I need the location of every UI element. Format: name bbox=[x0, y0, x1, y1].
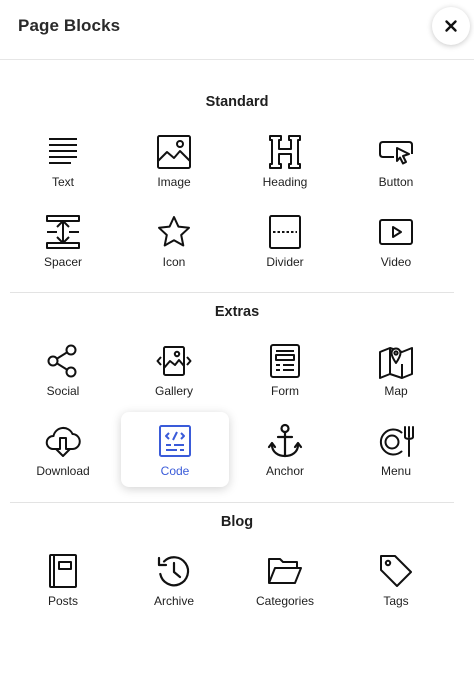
block-label: Tags bbox=[383, 594, 409, 608]
block-icon[interactable]: Icon bbox=[120, 214, 228, 290]
block-label: Button bbox=[378, 175, 414, 189]
block-form[interactable]: Form bbox=[231, 343, 339, 419]
close-button[interactable] bbox=[432, 7, 470, 45]
block-label: Divider bbox=[266, 255, 304, 269]
video-icon bbox=[379, 219, 413, 245]
share-icon bbox=[47, 344, 77, 378]
book-icon bbox=[49, 554, 77, 588]
block-button[interactable]: Button bbox=[342, 134, 450, 210]
block-code[interactable]: Code bbox=[121, 412, 229, 487]
form-icon bbox=[270, 344, 300, 378]
button-icon bbox=[379, 141, 413, 165]
block-label: Image bbox=[157, 175, 191, 189]
block-divider[interactable]: Divider bbox=[231, 214, 339, 290]
image-icon bbox=[157, 135, 191, 169]
text-icon bbox=[49, 138, 77, 164]
block-gallery[interactable]: Gallery bbox=[120, 343, 228, 419]
block-image[interactable]: Image bbox=[120, 134, 228, 210]
block-categories[interactable]: Categories bbox=[231, 553, 339, 629]
block-label: Spacer bbox=[43, 255, 83, 269]
section-divider bbox=[10, 502, 454, 503]
cloud-download-icon bbox=[45, 426, 81, 457]
block-label: Heading bbox=[262, 175, 308, 189]
tag-icon bbox=[380, 555, 412, 587]
block-anchor[interactable]: Anchor bbox=[231, 423, 339, 499]
menu-icon bbox=[379, 426, 414, 457]
section-title-extras: Extras bbox=[214, 304, 260, 320]
block-map[interactable]: Map bbox=[342, 343, 450, 419]
block-label: Archive bbox=[153, 594, 194, 608]
block-label: Code bbox=[160, 464, 190, 478]
code-icon bbox=[159, 425, 191, 457]
divider-icon bbox=[269, 215, 301, 249]
block-label: Posts bbox=[47, 594, 78, 608]
block-label: Social bbox=[46, 384, 80, 398]
block-label: Gallery bbox=[154, 384, 193, 398]
block-label: Anchor bbox=[265, 464, 305, 478]
block-download[interactable]: Download bbox=[9, 423, 117, 499]
spacer-icon bbox=[46, 215, 80, 249]
map-icon bbox=[379, 347, 413, 379]
block-spacer[interactable]: Spacer bbox=[9, 214, 117, 290]
block-label: Download bbox=[36, 464, 90, 478]
block-label: Form bbox=[271, 384, 299, 398]
block-tags[interactable]: Tags bbox=[342, 553, 450, 629]
block-text[interactable]: Text bbox=[9, 134, 117, 210]
block-label: Menu bbox=[380, 464, 412, 478]
block-label: Icon bbox=[162, 255, 186, 269]
block-label: Text bbox=[51, 175, 74, 189]
anchor-icon bbox=[267, 423, 303, 458]
block-social[interactable]: Social bbox=[9, 343, 117, 419]
history-icon bbox=[157, 556, 190, 587]
panel-header: Page Blocks bbox=[0, 0, 474, 60]
block-posts[interactable]: Posts bbox=[9, 553, 117, 629]
section-divider bbox=[10, 292, 454, 293]
panel-title: Page Blocks bbox=[18, 16, 121, 35]
star-icon bbox=[158, 216, 190, 247]
block-label: Map bbox=[384, 384, 408, 398]
heading-icon bbox=[269, 135, 301, 169]
gallery-icon bbox=[156, 346, 192, 376]
block-archive[interactable]: Archive bbox=[120, 553, 228, 629]
section-title-standard: Standard bbox=[205, 94, 269, 110]
section-title-blog: Blog bbox=[220, 514, 254, 530]
close-icon bbox=[445, 20, 457, 32]
block-menu[interactable]: Menu bbox=[342, 423, 450, 499]
block-video[interactable]: Video bbox=[342, 214, 450, 290]
block-label: Video bbox=[380, 255, 412, 269]
block-heading[interactable]: Heading bbox=[231, 134, 339, 210]
block-label: Categories bbox=[255, 594, 315, 608]
folder-icon bbox=[268, 558, 302, 584]
